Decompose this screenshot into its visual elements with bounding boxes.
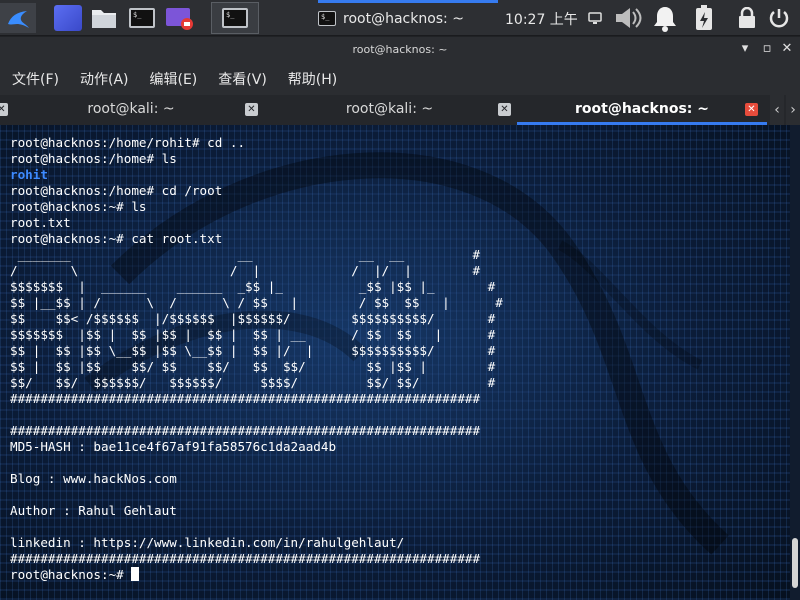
menu-file[interactable]: 文件(F) [12, 69, 59, 89]
terminal-line: ########################################… [10, 551, 481, 566]
menu-edit[interactable]: 编辑(E) [150, 69, 198, 89]
terminal-cursor [131, 567, 140, 581]
terminal-line: $$/ $$/ $$$$$$/ $$$$$$/ $$$$/ $$/ $$/ # [10, 375, 496, 390]
tab-close-icon[interactable]: ✕ [745, 103, 758, 116]
terminal-line: $$ $$< /$$$$$$ |/$$$$$$ |$$$$$$/ $$$$$$$… [10, 311, 496, 326]
top-panel: root@hacknos: ~ 10:27 上午 [0, 0, 800, 36]
kali-menu-icon[interactable] [0, 3, 36, 33]
terminal-line: _______ __ __ __ # [10, 247, 481, 262]
terminal-line: $$ |__$$ | / \ / \ / $$ | / $$ $$ | # [10, 295, 503, 310]
tab-bar: ✕ root@kali: ~ ✕ root@kali: ~ ✕ root@hac… [0, 95, 800, 125]
close-icon[interactable]: ✕ [780, 42, 794, 56]
terminal-line: root.txt [10, 215, 71, 230]
tab-scroll-left-icon[interactable]: ‹ [770, 95, 784, 125]
terminal-line: root@hacknos:/home# ls [10, 151, 177, 166]
workspace-icon[interactable] [52, 3, 84, 33]
tab-close-icon[interactable]: ✕ [498, 103, 511, 116]
terminal-scrollbar[interactable] [790, 125, 800, 600]
menu-actions[interactable]: 动作(A) [80, 69, 129, 89]
terminal-icon[interactable] [124, 3, 160, 33]
terminal-line: $$$$$$$ | ______ ______ _$$ |_ _$$ |$$ |… [10, 279, 496, 294]
tab-label: root@kali: ~ [345, 101, 434, 117]
tab-root-kali-1[interactable]: root@kali: ~ ✕ [0, 95, 262, 125]
power-manager-icon[interactable] [690, 4, 718, 32]
scrollbar-thumb[interactable] [792, 538, 798, 588]
power-icon[interactable] [766, 4, 792, 32]
maximize-icon[interactable]: ▫ [760, 42, 774, 56]
file-manager-icon[interactable] [88, 3, 120, 33]
terminal-line: root@hacknos:~# cat root.txt [10, 231, 223, 246]
screen-recorder-icon[interactable] [162, 3, 196, 33]
tab-root-hacknos[interactable]: root@hacknos: ~ ✕ [517, 95, 767, 125]
clock[interactable]: 10:27 上午 [505, 9, 578, 29]
menu-view[interactable]: 查看(V) [218, 69, 267, 89]
menu-help[interactable]: 帮助(H) [288, 69, 337, 89]
tab-scroll-right-icon[interactable]: › [786, 95, 800, 125]
menu-bar: 文件(F) 动作(A) 编辑(E) 查看(V) 帮助(H) [0, 63, 800, 95]
terminal-line: $$ | $$ |$$ \__$$ |$$ \__$$ | $$ |/ | $$… [10, 343, 496, 358]
minimize-icon[interactable]: ▾ [738, 42, 752, 56]
tab-label: root@kali: ~ [87, 101, 175, 117]
terminal-line: Author : Rahul Gehlaut [10, 503, 177, 518]
taskbar-terminal-button[interactable] [211, 2, 259, 34]
tab-close-icon[interactable]: ✕ [245, 103, 258, 116]
active-window-button[interactable]: root@hacknos: ~ [318, 0, 498, 36]
lock-icon[interactable] [734, 4, 760, 32]
tab-root-kali-2[interactable]: root@kali: ~ ✕ [262, 95, 517, 125]
terminal-line: MD5-HASH : bae11ce4f67af91fa58576c1da2aa… [10, 439, 337, 454]
window-titlebar[interactable]: root@hacknos: ~ ▾ ▫ ✕ [0, 37, 800, 63]
window-title: root@hacknos: ~ [352, 43, 448, 56]
terminal-line: root@hacknos:~# ls [10, 199, 147, 214]
terminal-line: Blog : www.hackNos.com [10, 471, 177, 486]
terminal-line: $$$$$$$ |$$ | $$ |$$ | $$ | $$ | __ / $$… [10, 327, 496, 342]
notification-bell-icon[interactable] [650, 4, 680, 32]
terminal-line: root@hacknos:/home/rohit# cd .. [10, 135, 246, 150]
terminal-icon [318, 11, 336, 26]
terminal-line: linkedin : https://www.linkedin.com/in/r… [10, 535, 405, 550]
active-window-title: root@hacknos: ~ [343, 11, 464, 27]
terminal-line: ########################################… [10, 391, 481, 406]
terminal-output: root@hacknos:/home/rohit# cd .. root@hack… [10, 135, 503, 583]
volume-icon[interactable] [612, 4, 644, 32]
terminal-line: root@hacknos:~# [10, 567, 503, 583]
display-icon[interactable] [586, 4, 604, 32]
terminal-line: ########################################… [10, 423, 481, 438]
terminal-line: / \ / | / |/ | # [10, 263, 481, 278]
terminal-line: rohit [10, 167, 48, 182]
terminal-line: $$ | $$ |$$ $$/ $$ $$/ $$ $$/ $$ |$$ | # [10, 359, 496, 374]
terminal-view[interactable]: root@hacknos:/home/rohit# cd .. root@hack… [0, 125, 790, 600]
terminal-line: root@hacknos:/home# cd /root [10, 183, 223, 198]
tab-label: root@hacknos: ~ [575, 101, 709, 117]
